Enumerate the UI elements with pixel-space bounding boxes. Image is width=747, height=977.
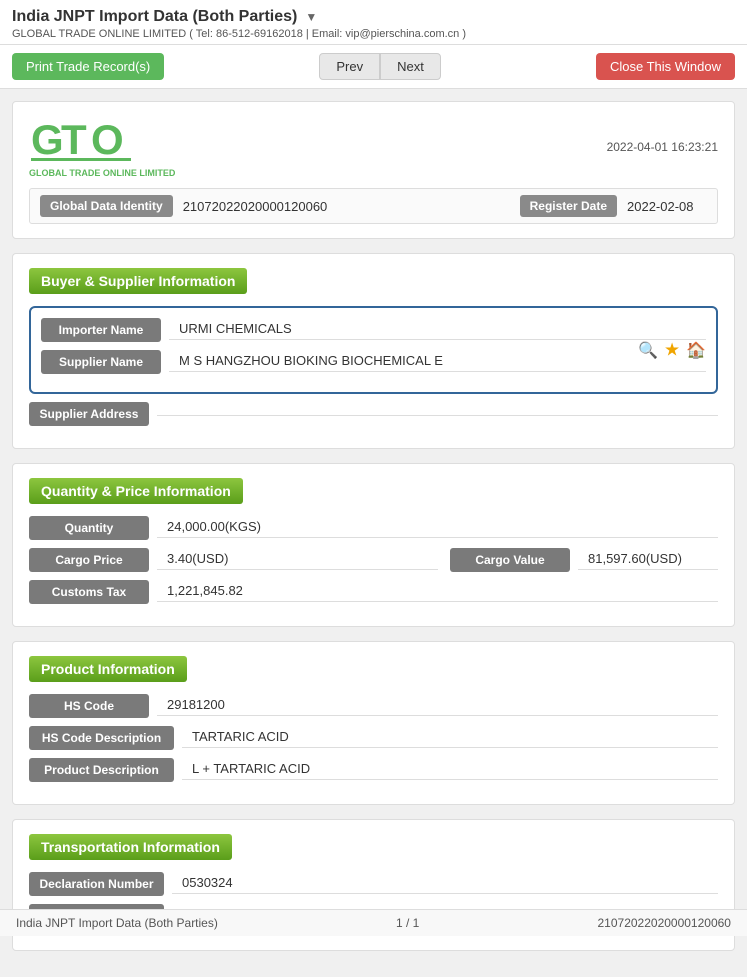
logo-area: G T O GLOBAL TRADE ONLINE LIMITED <box>29 116 175 178</box>
prev-button[interactable]: Prev <box>319 53 380 80</box>
cargo-value-value: 81,597.60(USD) <box>578 551 718 570</box>
quantity-price-header: Quantity & Price Information <box>29 478 243 504</box>
footer: India JNPT Import Data (Both Parties) 1 … <box>0 909 747 936</box>
cargo-value-col: Cargo Value 81,597.60(USD) <box>450 548 718 572</box>
supplier-address-row: Supplier Address <box>29 402 718 426</box>
cargo-row: Cargo Price 3.40(USD) Cargo Value 81,597… <box>29 548 718 572</box>
logo-company-name: GLOBAL TRADE ONLINE LIMITED <box>29 168 175 178</box>
product-info-card: Product Information HS Code 29181200 HS … <box>12 641 735 805</box>
svg-text:T: T <box>61 116 87 163</box>
supplier-address-label: Supplier Address <box>29 402 149 426</box>
header-subtitle: GLOBAL TRADE ONLINE LIMITED ( Tel: 86-51… <box>12 28 735 40</box>
buyer-icons: 🔍 ★ 🏠 <box>638 340 706 361</box>
hs-desc-value: TARTARIC ACID <box>182 729 718 748</box>
hs-code-value: 29181200 <box>157 697 718 716</box>
decl-number-label: Declaration Number <box>29 872 164 896</box>
cargo-price-value: 3.40(USD) <box>157 551 438 570</box>
hs-desc-row: HS Code Description TARTARIC ACID <box>29 726 718 750</box>
register-date-value: 2022-02-08 <box>617 199 707 214</box>
decl-number-value: 0530324 <box>172 875 718 894</box>
star-icon[interactable]: ★ <box>664 340 680 361</box>
register-date-label: Register Date <box>520 195 617 217</box>
cargo-price-label: Cargo Price <box>29 548 149 572</box>
main-content: G T O GLOBAL TRADE ONLINE LIMITED 2022-0… <box>0 89 747 977</box>
timestamp: 2022-04-01 16:23:21 <box>607 140 718 154</box>
dropdown-icon[interactable]: ▼ <box>305 10 317 24</box>
footer-center: 1 / 1 <box>396 916 419 930</box>
quantity-value: 24,000.00(KGS) <box>157 519 718 538</box>
company-logo: G T O <box>29 116 139 166</box>
transportation-header: Transportation Information <box>29 834 232 860</box>
footer-right: 21072022020000120060 <box>598 916 731 930</box>
quantity-row: Quantity 24,000.00(KGS) <box>29 516 718 540</box>
global-data-row: Global Data Identity 2107202202000012006… <box>29 188 718 224</box>
home-icon[interactable]: 🏠 <box>686 340 706 360</box>
svg-text:G: G <box>31 116 64 163</box>
top-card: G T O GLOBAL TRADE ONLINE LIMITED 2022-0… <box>12 101 735 239</box>
buyer-supplier-inner: 🔍 ★ 🏠 Importer Name URMI CHEMICALS Suppl… <box>29 306 718 394</box>
cargo-price-col: Cargo Price 3.40(USD) <box>29 548 438 572</box>
cargo-value-label: Cargo Value <box>450 548 570 572</box>
importer-value: URMI CHEMICALS <box>169 321 706 340</box>
product-desc-row: Product Description L + TARTARIC ACID <box>29 758 718 782</box>
supplier-row: Supplier Name M S HANGZHOU BIOKING BIOCH… <box>41 350 706 374</box>
decl-number-row: Declaration Number 0530324 <box>29 872 718 896</box>
product-info-header: Product Information <box>29 656 187 682</box>
logo-row: G T O GLOBAL TRADE ONLINE LIMITED 2022-0… <box>29 116 718 178</box>
supplier-label: Supplier Name <box>41 350 161 374</box>
customs-tax-row: Customs Tax 1,221,845.82 <box>29 580 718 604</box>
quantity-label: Quantity <box>29 516 149 540</box>
product-desc-value: L + TARTARIC ACID <box>182 761 718 780</box>
next-button[interactable]: Next <box>380 53 441 80</box>
print-button[interactable]: Print Trade Record(s) <box>12 53 164 80</box>
buyer-supplier-card: Buyer & Supplier Information 🔍 ★ 🏠 Impor… <box>12 253 735 449</box>
header: India JNPT Import Data (Both Parties) ▼ … <box>0 0 747 45</box>
buyer-supplier-header: Buyer & Supplier Information <box>29 268 247 294</box>
quantity-price-card: Quantity & Price Information Quantity 24… <box>12 463 735 627</box>
supplier-address-value <box>157 412 718 416</box>
product-desc-label: Product Description <box>29 758 174 782</box>
hs-desc-label: HS Code Description <box>29 726 174 750</box>
svg-text:O: O <box>91 116 124 163</box>
global-data-label: Global Data Identity <box>40 195 173 217</box>
footer-left: India JNPT Import Data (Both Parties) <box>16 916 218 930</box>
importer-row: Importer Name URMI CHEMICALS <box>41 318 706 342</box>
importer-label: Importer Name <box>41 318 161 342</box>
hs-code-row: HS Code 29181200 <box>29 694 718 718</box>
global-data-value: 21072022020000120060 <box>173 199 520 214</box>
title-text: India JNPT Import Data (Both Parties) <box>12 8 297 26</box>
hs-code-label: HS Code <box>29 694 149 718</box>
nav-buttons: Prev Next <box>319 53 440 80</box>
customs-tax-label: Customs Tax <box>29 580 149 604</box>
customs-tax-value: 1,221,845.82 <box>157 583 718 602</box>
close-button[interactable]: Close This Window <box>596 53 735 80</box>
toolbar: Print Trade Record(s) Prev Next Close Th… <box>0 45 747 89</box>
search-icon[interactable]: 🔍 <box>638 340 658 360</box>
page-title: India JNPT Import Data (Both Parties) ▼ <box>12 8 735 26</box>
supplier-value: M S HANGZHOU BIOKING BIOCHEMICAL E <box>169 353 706 372</box>
